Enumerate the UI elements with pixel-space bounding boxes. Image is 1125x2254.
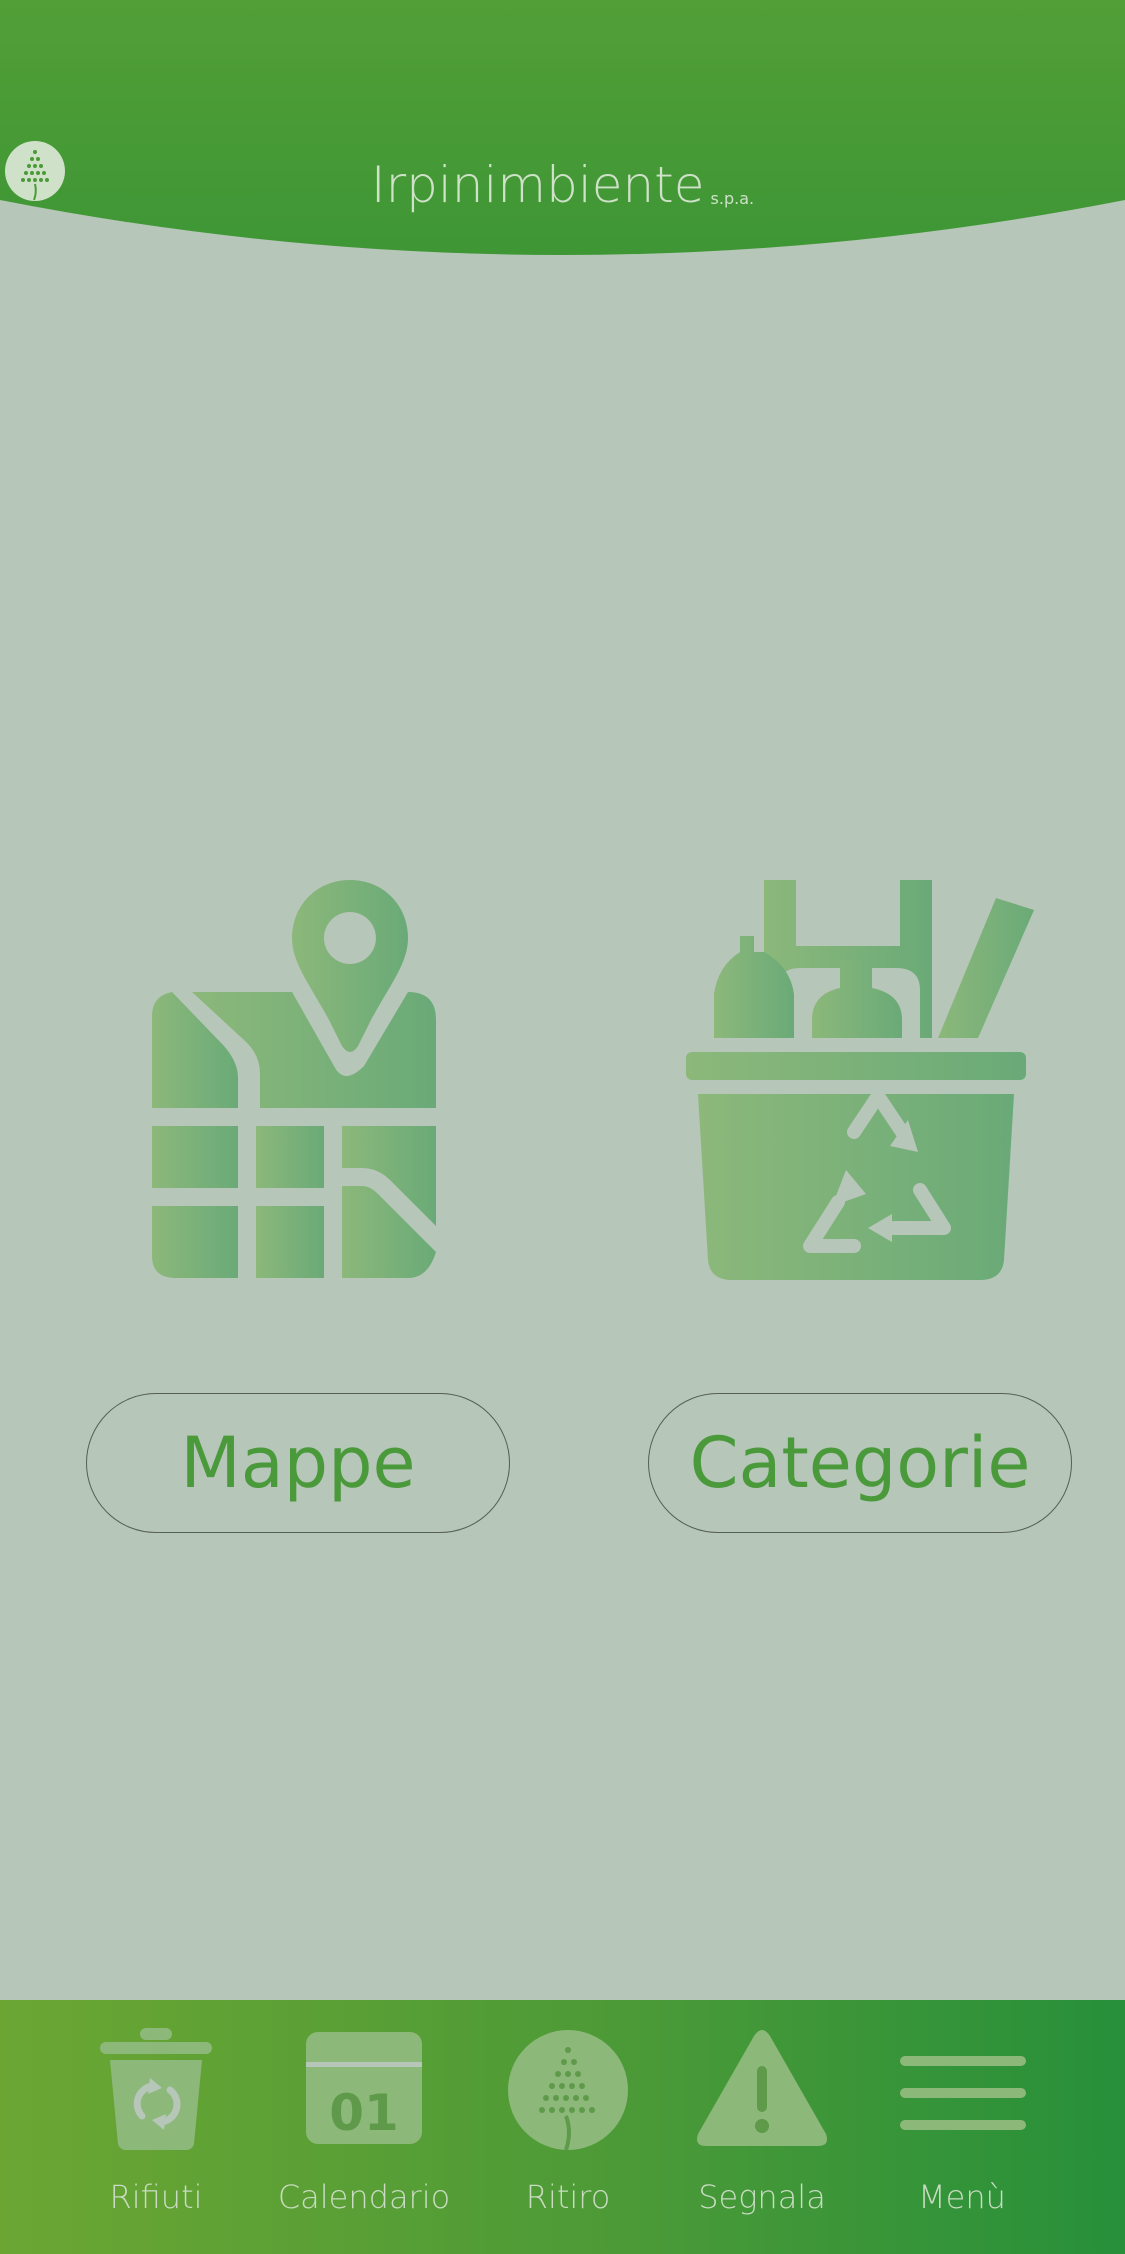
hamburger-menu-icon <box>900 2056 1026 2130</box>
nav-item-ritiro[interactable]: Ritiro <box>468 2000 668 2254</box>
nav-label-segnala: Segnala <box>698 2178 826 2216</box>
calendar-day: 01 <box>329 2084 399 2142</box>
nav-label-ritiro: Ritiro <box>525 2178 611 2216</box>
map-illustration <box>72 870 512 1310</box>
recycle-bin-icon <box>100 2028 212 2150</box>
app-header: Irpini mbiente s.p.a. <box>0 0 1125 262</box>
pickup-drop-icon <box>508 2030 628 2151</box>
bottom-navigation: Rifiuti 01 Calendario Ritiro Segnala Men… <box>0 2000 1125 2254</box>
nav-label-menu: Menù <box>918 2178 1006 2216</box>
logo-mark-icon <box>5 141 65 201</box>
nav-item-calendario[interactable]: 01 Calendario <box>264 2000 464 2254</box>
irpiniambiente-logo: Irpini mbiente s.p.a. <box>0 140 1125 230</box>
logo-text-right: mbiente <box>497 156 705 214</box>
logo-suffix: s.p.a. <box>710 188 755 208</box>
nav-label-calendario: Calendario <box>277 2178 451 2216</box>
nav-item-segnala[interactable]: Segnala <box>662 2000 862 2254</box>
logo-text-left: Irpini <box>370 156 498 214</box>
recycling-basket-icon <box>686 880 1034 1280</box>
map-pin-icon <box>152 880 436 1278</box>
nav-label-rifiuti: Rifiuti <box>109 2178 203 2216</box>
nav-item-menu[interactable]: Menù <box>862 2000 1062 2254</box>
categories-button[interactable]: Categorie <box>648 1393 1072 1533</box>
warning-icon <box>697 2030 827 2146</box>
nav-item-rifiuti[interactable]: Rifiuti <box>56 2000 256 2254</box>
maps-button[interactable]: Mappe <box>86 1393 510 1533</box>
recycling-basket-illustration <box>670 870 1110 1310</box>
calendar-icon: 01 <box>306 2032 422 2144</box>
